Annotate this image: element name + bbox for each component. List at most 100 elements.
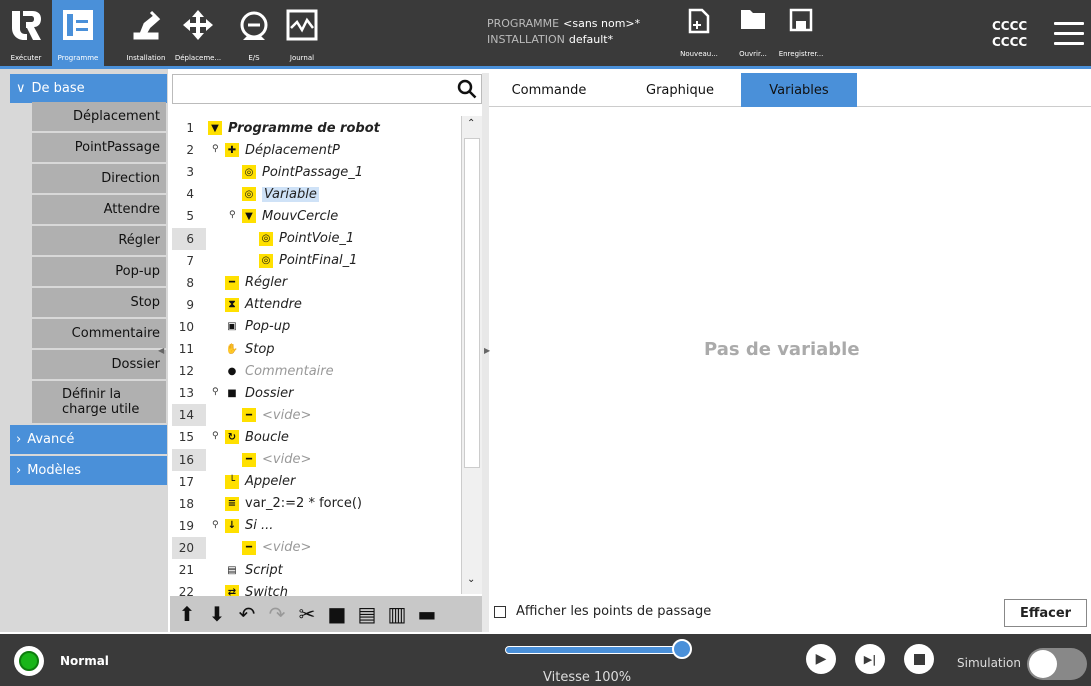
tree-node[interactable]: ■ Dossier [225, 382, 293, 404]
tab-graphics[interactable]: Graphique [619, 73, 741, 107]
tree-node-label: <vide> [262, 452, 312, 467]
tree-node[interactable]: ↓ Si ... [225, 515, 273, 537]
show-waypoints-checkbox[interactable]: Afficher les points de passage [494, 604, 711, 619]
checkbox[interactable] [494, 605, 506, 618]
nav-run-label: Exécuter [10, 54, 42, 62]
nav-installation[interactable]: Installation [120, 0, 172, 66]
scroll-down-icon[interactable]: ⌄ [467, 574, 475, 585]
nav-log[interactable]: Journal [276, 0, 328, 66]
new-file-icon [688, 8, 710, 34]
tree-node[interactable]: ↻ Boucle [225, 426, 289, 448]
tree-node-label: PointVoie_1 [279, 231, 355, 246]
tree-node[interactable]: ◎ PointVoie_1 [259, 228, 354, 250]
save-button[interactable]: Enregistrer... [774, 8, 828, 62]
command-comment[interactable]: Commentaire [32, 319, 166, 348]
collapse-right-icon[interactable]: ▶ [484, 346, 490, 355]
tree-node-label: Stop [245, 341, 275, 357]
scrollbar-thumb[interactable] [464, 138, 480, 468]
tree-node[interactable]: ▼ Programme de robot [208, 117, 380, 139]
tab-variables[interactable]: Variables [741, 73, 857, 107]
tree-node-label: Régler [245, 275, 288, 291]
paste-icon[interactable]: ▤ [356, 602, 378, 626]
redo-icon[interactable]: ↷ [266, 602, 288, 626]
save-disk-icon [789, 8, 813, 32]
expand-pin-icon[interactable]: ⚲ [212, 520, 219, 530]
nav-move[interactable]: Déplaceme... [172, 0, 224, 66]
tree-node[interactable]: ▣ Pop-up [225, 316, 290, 338]
command-direction[interactable]: Direction [32, 164, 166, 193]
command-popup[interactable]: Pop-up [32, 257, 166, 286]
delete-icon[interactable]: ▥ [386, 602, 408, 626]
command-folder[interactable]: Dossier [32, 350, 166, 379]
tree-node[interactable]: ≡ var_2:=2 * force() [225, 493, 362, 515]
popup-icon: ▣ [225, 319, 239, 334]
chevron-right-icon: › [16, 432, 22, 447]
nav-run[interactable]: Exécuter [0, 0, 52, 66]
tree-node[interactable]: ━ Régler [225, 272, 287, 294]
move-up-icon[interactable]: ⬆ [176, 602, 198, 626]
tree-node[interactable]: ✚ DéplacementP [225, 139, 340, 161]
simulation-toggle[interactable] [1027, 648, 1087, 680]
nav-installation-label: Installation [126, 54, 166, 62]
step-button[interactable]: ▶| [855, 644, 885, 674]
nav-io[interactable]: E/S [228, 0, 280, 66]
clear-button[interactable]: Effacer [1004, 599, 1087, 627]
status-indicator-icon[interactable] [14, 646, 44, 676]
cut-icon[interactable]: ✂ [296, 602, 318, 626]
empty-icon: ━ [242, 540, 256, 555]
search-input[interactable] [172, 74, 482, 104]
speed-slider[interactable] [505, 646, 685, 654]
expand-pin-icon[interactable]: ⚲ [212, 431, 219, 441]
scroll-up-icon[interactable]: ⌃ [467, 118, 475, 129]
collapse-left-icon[interactable]: ◀ [158, 346, 168, 358]
tree-scrollbar[interactable]: ⌃ ⌄ [461, 116, 482, 594]
tree-node[interactable]: └ Appeler [225, 471, 295, 493]
tree-node[interactable]: ● Commentaire [225, 360, 334, 382]
command-set[interactable]: Régler [32, 226, 166, 255]
tree-node[interactable]: ✋ Stop [225, 338, 275, 360]
tab-label: Commande [511, 82, 587, 98]
expand-pin-icon[interactable]: ⚲ [229, 210, 236, 220]
category-advanced-label: Avancé [27, 432, 75, 447]
tree-node[interactable]: ◎ PointPassage_1 [242, 161, 363, 183]
category-templates[interactable]: › Modèles [10, 456, 167, 485]
tab-command[interactable]: Commande [489, 73, 609, 107]
expand-pin-icon[interactable]: ⚲ [212, 387, 219, 397]
command-set-payload[interactable]: Définir la charge utile [32, 381, 166, 423]
command-move[interactable]: Déplacement [32, 102, 166, 131]
tree-node-label: <vide> [262, 540, 312, 556]
category-basic[interactable]: ∨ De base [10, 74, 167, 103]
set-icon: ━ [225, 275, 239, 290]
tree-node[interactable]: ◎ PointFinal_1 [259, 250, 357, 272]
category-advanced[interactable]: › Avancé [10, 425, 167, 454]
command-wait[interactable]: Attendre [32, 195, 166, 224]
search-icon[interactable] [457, 79, 477, 99]
hamburger-menu-icon[interactable] [1054, 22, 1084, 52]
undo-icon[interactable]: ↶ [236, 602, 258, 626]
nav-move-label: Déplaceme... [174, 54, 222, 62]
command-stop[interactable]: Stop [32, 288, 166, 317]
tree-node-label: Variable [262, 186, 319, 202]
speed-slider-knob[interactable] [672, 639, 692, 659]
stop-button[interactable] [904, 644, 934, 674]
tree-node[interactable]: ⧗ Attendre [225, 294, 302, 316]
tree-node[interactable]: ▼ MouvCercle [242, 205, 338, 227]
command-waypoint[interactable]: PointPassage [32, 133, 166, 162]
tree-node[interactable]: ━ <vide> [242, 537, 311, 559]
suppress-icon[interactable]: ▬ [416, 602, 438, 626]
tree-node[interactable]: ━ <vide> [242, 449, 311, 471]
open-button[interactable]: Ouvrir... [726, 8, 780, 62]
tree-node-label: PointFinal_1 [279, 253, 358, 269]
line-number: 10 [178, 319, 194, 334]
command-label: Déplacement [73, 109, 160, 124]
waypoint-icon: ◎ [242, 187, 256, 202]
move-down-icon[interactable]: ⬇ [206, 602, 228, 626]
nav-program[interactable]: Programme [52, 0, 104, 66]
tree-node[interactable]: ◎ Variable [242, 183, 319, 205]
new-button[interactable]: Nouveau... [672, 8, 726, 62]
copy-icon[interactable]: ■ [326, 602, 348, 626]
play-button[interactable]: ▶ [806, 644, 836, 674]
expand-pin-icon[interactable]: ⚲ [212, 144, 219, 154]
tree-node[interactable]: ▤ Script [225, 559, 283, 581]
tree-node[interactable]: ━ <vide> [242, 404, 311, 426]
